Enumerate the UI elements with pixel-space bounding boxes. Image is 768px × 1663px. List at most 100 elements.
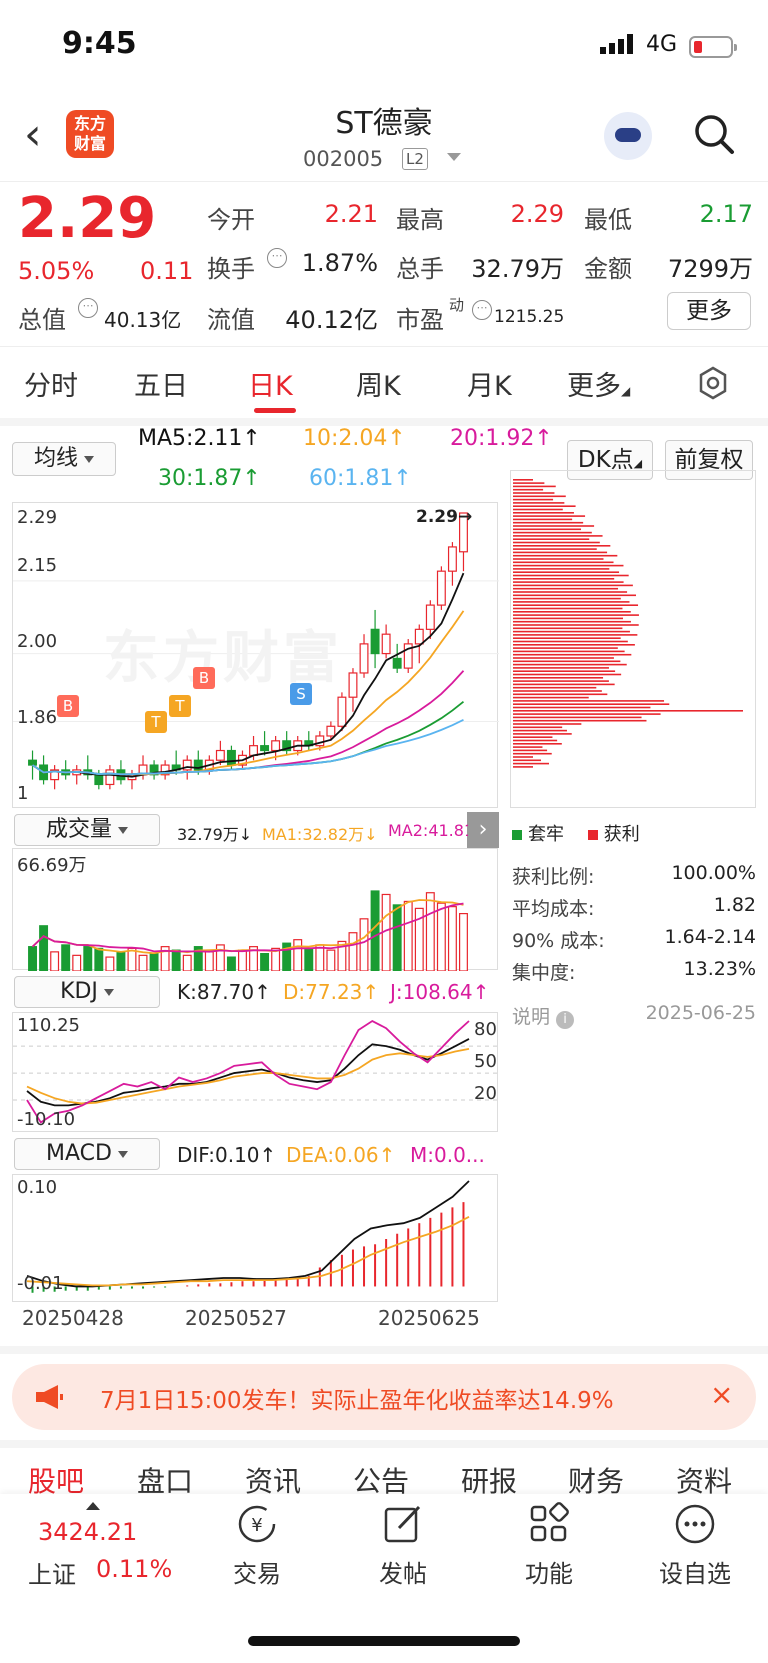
tab-monthly-k[interactable]: 月K	[467, 364, 512, 403]
kdj-select[interactable]: KDJ	[14, 976, 160, 1008]
volume-bar	[171, 949, 181, 972]
chip-bar	[513, 528, 581, 531]
volume-bar	[359, 918, 369, 972]
macd-max-label: 0.10	[17, 1177, 58, 1198]
chip-bar	[513, 710, 743, 712]
volume-bar	[61, 944, 71, 972]
tab-five-day[interactable]: 五日	[134, 364, 188, 403]
index-value[interactable]: 3424.21	[38, 1518, 137, 1546]
t-marker[interactable]: T	[145, 711, 167, 733]
expand-arrow-icon[interactable]: ›	[467, 812, 499, 848]
network-type: 4G	[646, 32, 678, 57]
tab-more[interactable]: 更多◢	[567, 364, 630, 403]
candle-body	[436, 570, 446, 606]
level2-badge[interactable]: L2	[402, 148, 428, 170]
chip-bar	[513, 578, 615, 580]
close-icon[interactable]: ×	[710, 1378, 733, 1411]
chip-bar	[513, 700, 665, 702]
stock-name: ST德豪	[335, 106, 433, 141]
chip-bar	[513, 521, 584, 524]
search-icon[interactable]	[693, 113, 735, 155]
kdj-min-label: -10.10	[17, 1109, 76, 1130]
info-icon[interactable]: ⋯	[267, 248, 287, 268]
nav-trade[interactable]: ¥ 交易	[202, 1502, 312, 1589]
date-label: 20250527	[185, 1306, 287, 1330]
kdj-chart[interactable]: 110.25 -10.10 80 50 20	[12, 1012, 499, 1132]
macd-chart[interactable]: 0.10 -0.01	[12, 1174, 498, 1302]
assistant-robot-icon[interactable]	[604, 112, 652, 160]
macd-line-dif	[26, 1180, 470, 1288]
chip-bar	[513, 680, 609, 682]
macd-select[interactable]: MACD	[14, 1138, 160, 1170]
kdj-line-k	[26, 1038, 470, 1107]
info-icon[interactable]: ⋯	[472, 300, 492, 320]
kdj-j: J:108.64↑	[390, 980, 490, 1004]
sell-marker[interactable]: S	[290, 683, 312, 705]
chip-bar	[513, 723, 582, 725]
watermark: 东方财富	[103, 626, 343, 691]
float-value: 40.12亿	[285, 306, 378, 334]
date-label: 20250625	[378, 1306, 480, 1330]
nav-post[interactable]: 发帖	[348, 1502, 458, 1589]
volume-bar	[436, 902, 446, 972]
chip-bar	[513, 693, 608, 696]
last-price: 2.29	[18, 186, 157, 251]
chip-bar	[513, 657, 614, 659]
chip-bar	[513, 568, 610, 570]
ma20-value: 20:1.92↑	[450, 426, 553, 451]
chip-bar	[513, 564, 624, 567]
more-quote-button[interactable]: 更多	[667, 292, 751, 330]
chip-bar	[513, 624, 639, 626]
chip-note-row[interactable]: 说明 i 2025-06-25	[512, 1002, 756, 1029]
chip-bar	[513, 551, 608, 554]
candle-body	[260, 745, 270, 752]
chip-row-value: 1.64-2.14	[664, 926, 756, 948]
chip-bar	[513, 647, 618, 649]
turnover-value: 1.87%	[301, 249, 378, 277]
volume-chart[interactable]: 66.69万	[12, 848, 498, 972]
gear-icon[interactable]	[696, 366, 730, 400]
volume-bar	[459, 913, 468, 972]
chevron-down-icon[interactable]	[447, 153, 461, 161]
chip-bar	[513, 660, 621, 663]
ma5-value: MA5:2.11↑	[138, 426, 261, 451]
buy-marker[interactable]: B	[193, 667, 215, 689]
volume-bar	[403, 900, 413, 972]
chip-note-label: 说明	[512, 1006, 551, 1028]
volume-bar	[326, 949, 336, 972]
nav-watchlist[interactable]: 设自选	[640, 1502, 750, 1589]
y-label: 2.15	[17, 555, 58, 576]
index-name[interactable]: 上证	[28, 1555, 76, 1590]
chip-bar	[513, 574, 629, 577]
tab-daily-k[interactable]: 日K	[248, 364, 293, 403]
t-marker[interactable]: T	[169, 695, 191, 717]
indicator-select[interactable]: 均线	[12, 442, 116, 476]
kline-chart[interactable]: 东方财富 2.29 2.15 2.00 1.86 1 2.29→ B T T B…	[12, 502, 499, 808]
tab-weekly-k[interactable]: 周K	[356, 364, 401, 403]
nav-watchlist-label: 设自选	[659, 1560, 731, 1588]
nav-functions[interactable]: 功能	[494, 1502, 604, 1589]
banner-text[interactable]: 7月1日15:00发车！实际止盈年化收益率达14.9%	[100, 1381, 614, 1415]
candle-body	[414, 628, 424, 645]
chip-bar	[513, 512, 574, 514]
tab-intraday[interactable]: 分时	[24, 364, 78, 403]
info-icon[interactable]: ⋯	[78, 298, 98, 318]
volume-select-label: 成交量	[45, 817, 112, 842]
macd-dif: DIF:0.10↑	[177, 1143, 277, 1167]
volume-bar	[83, 946, 93, 972]
chip-bar	[513, 703, 670, 705]
chip-bar	[513, 505, 576, 507]
volume-select[interactable]: 成交量	[14, 814, 160, 846]
index-change[interactable]: 0.11%	[96, 1555, 172, 1583]
chip-bar	[513, 604, 639, 606]
volume-bar	[260, 953, 270, 972]
chip-bar	[513, 479, 533, 481]
home-indicator	[248, 1636, 520, 1646]
chip-bar	[513, 653, 632, 656]
candle-body	[105, 769, 115, 786]
chip-legend: 套牢 获利	[512, 820, 640, 846]
buy-marker[interactable]: B	[57, 695, 79, 717]
last-price-label: 2.29→	[416, 507, 473, 527]
chip-row-label: 平均成本:	[512, 898, 595, 920]
ma-line	[32, 719, 464, 776]
